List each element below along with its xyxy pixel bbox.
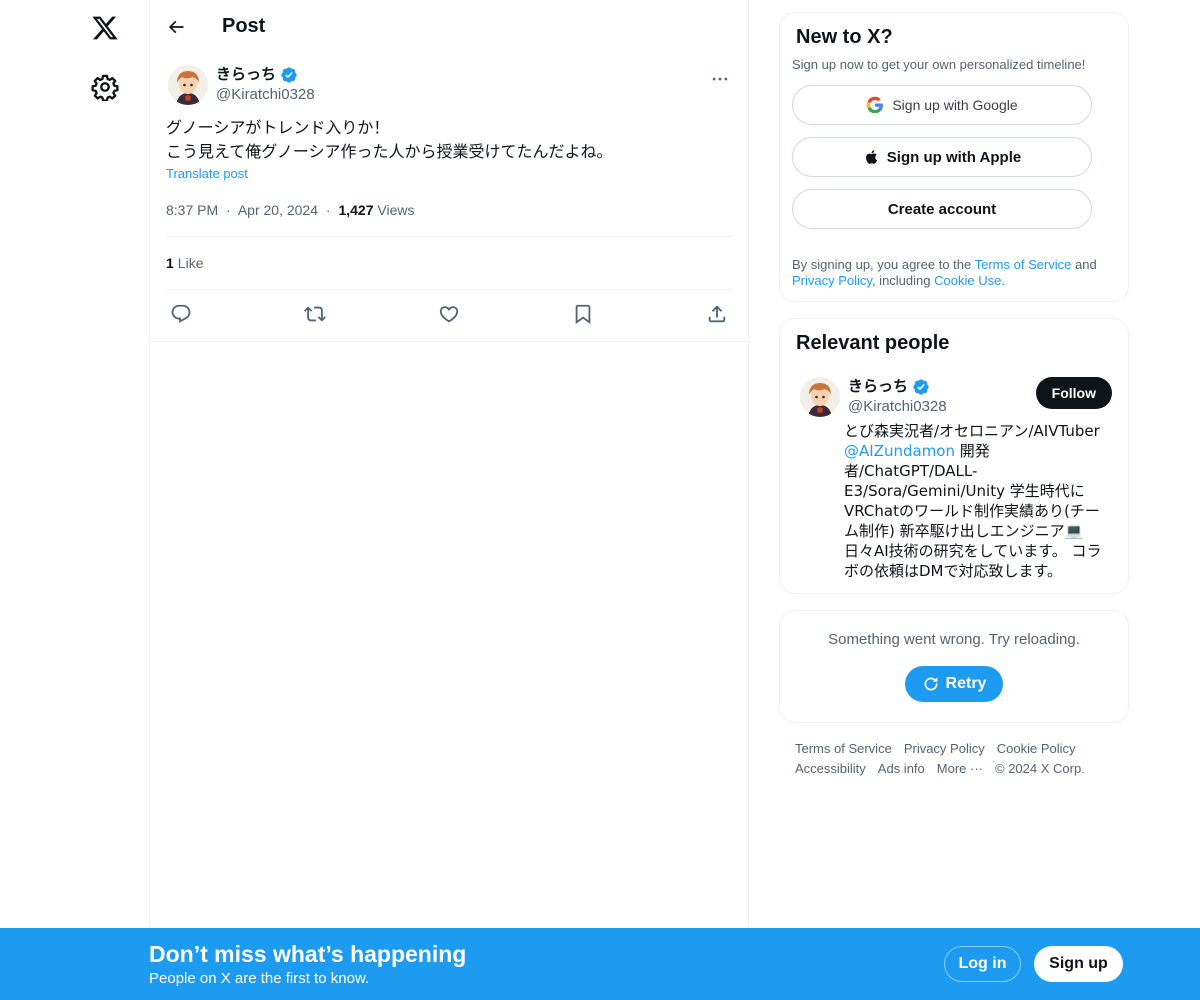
person-name[interactable]: きらっち [848, 377, 908, 397]
bio-text: とび森実況者/オセロニアン/AIVTuber [844, 422, 1100, 440]
footer-row: Terms of Service Privacy Policy Cookie Pol… [795, 739, 1113, 759]
left-nav [0, 0, 150, 1000]
signup-card: New to X? Sign up now to get your own pe… [779, 12, 1129, 302]
share-icon[interactable] [706, 303, 728, 325]
post-time[interactable]: 8:37 PM [166, 202, 218, 218]
avatar[interactable] [800, 377, 840, 417]
error-card: Something went wrong. Try reloading. Ret… [779, 610, 1129, 723]
heart-icon[interactable] [438, 303, 460, 325]
google-icon [867, 96, 884, 114]
footer-row: Accessibility Ads info More ··· © 2024 X Co… [795, 759, 1113, 779]
footer-link[interactable]: Privacy Policy [904, 741, 985, 756]
signup-subtitle: Sign up now to get your own personalized… [792, 57, 1086, 72]
gear-icon[interactable] [85, 67, 125, 107]
meta-separator: · [226, 202, 231, 218]
bottom-signup-bar: Don’t miss what’s happening People on X … [0, 928, 1200, 1000]
person-item[interactable]: きらっち @Kiratchi0328 Follow [796, 377, 1112, 417]
bottom-bar-title: Don’t miss what’s happening [149, 941, 467, 967]
more-options-icon[interactable] [708, 67, 732, 91]
legal-text: . [1001, 273, 1005, 288]
create-account-button[interactable]: Create account [792, 189, 1092, 229]
verified-badge-icon [280, 66, 298, 84]
bottom-bar-subtitle: People on X are the first to know. [149, 970, 370, 987]
page-title: Post [222, 15, 266, 37]
post-header: きらっち @Kiratchi0328 [166, 53, 732, 113]
author: きらっち @Kiratchi0328 [216, 65, 315, 105]
create-account-label: Create account [887, 200, 997, 218]
x-logo-icon[interactable] [85, 8, 125, 48]
footer-link[interactable]: Accessibility [795, 761, 866, 776]
post: きらっち @Kiratchi0328 グノーシアがトレンド入りか！ こう見えて俺… [150, 53, 748, 338]
footer-link[interactable]: Terms of Service [795, 741, 892, 756]
post-meta: 8:37 PM · Apr 20, 2024 · 1,427 Views [166, 200, 732, 237]
likes-row[interactable]: 1 Like [166, 237, 732, 290]
footer-link[interactable]: Cookie Policy [997, 741, 1076, 756]
footer: Terms of Service Privacy Policy Cookie Pol… [779, 739, 1129, 779]
divider [150, 341, 750, 342]
follow-button[interactable]: Follow [1035, 377, 1112, 409]
views-label: Views [377, 202, 415, 218]
footer-more-link[interactable]: More ··· [937, 761, 983, 776]
privacy-link[interactable]: Privacy Policy [792, 273, 872, 288]
avatar[interactable] [168, 65, 208, 105]
retry-button[interactable]: Retry [905, 666, 1003, 702]
cookie-link[interactable]: Cookie Use [934, 273, 1001, 288]
signup-title: New to X? [796, 26, 893, 48]
reply-icon[interactable] [170, 303, 192, 325]
author-handle[interactable]: @Kiratchi0328 [216, 85, 315, 105]
legal-text: and [1071, 257, 1097, 272]
relevant-people-title: Relevant people [796, 332, 950, 354]
likes-label: Like [177, 255, 204, 271]
login-button[interactable]: Log in [944, 946, 1021, 982]
signup-button[interactable]: Sign up [1034, 946, 1123, 982]
translate-post-link[interactable]: Translate post [166, 164, 248, 184]
signup-legal: By signing up, you agree to the Terms of… [792, 257, 1116, 289]
bio-text: 開発者/ChatGPT/DALL-E3/Sora/Gemini/Unity 学生… [844, 442, 1102, 580]
terms-link[interactable]: Terms of Service [975, 257, 1072, 272]
copyright: © 2024 X Corp. [995, 761, 1085, 776]
error-message: Something went wrong. Try reloading. [828, 631, 1080, 648]
arrow-left-icon[interactable] [166, 17, 186, 37]
legal-text: , including [871, 273, 935, 288]
apple-icon [865, 150, 877, 164]
bookmark-icon[interactable] [572, 303, 594, 325]
signup-apple-label: Sign up with Apple [886, 148, 1022, 166]
right-sidebar: New to X? Sign up now to get your own pe… [779, 12, 1129, 779]
footer-link[interactable]: Ads info [878, 761, 925, 776]
post-text: グノーシアがトレンド入りか！ こう見えて俺グノーシア作った人から授業受けてたんだ… [166, 118, 613, 161]
post-actions [166, 290, 732, 338]
views-count: 1,427 [338, 202, 374, 218]
meta-separator: · [325, 202, 331, 218]
signup-google-button[interactable]: Sign up with Google [792, 85, 1092, 125]
repost-icon[interactable] [304, 303, 326, 325]
legal-text: By signing up, you agree to the [792, 257, 975, 272]
verified-badge-icon [912, 378, 930, 396]
signup-apple-button[interactable]: Sign up with Apple [792, 137, 1092, 177]
main-column: Post きらっち @Kiratchi0328 グノーシアがトレンド入りか！ こ… [149, 0, 750, 1000]
bio-mention-link[interactable]: @AIZundamon [844, 442, 955, 460]
header: Post [150, 0, 748, 53]
refresh-icon [924, 677, 937, 691]
likes-count: 1 [166, 255, 174, 271]
relevant-people-card: Relevant people きらっち @Kiratchi0328 Follo… [779, 318, 1129, 594]
signup-google-label: Sign up with Google [892, 97, 1018, 113]
person-bio: とび森実況者/オセロニアン/AIVTuber @AIZundamon 開発者/C… [844, 421, 1112, 581]
retry-label: Retry [945, 675, 987, 692]
author-name[interactable]: きらっち [216, 65, 276, 85]
post-date[interactable]: Apr 20, 2024 [238, 202, 318, 218]
